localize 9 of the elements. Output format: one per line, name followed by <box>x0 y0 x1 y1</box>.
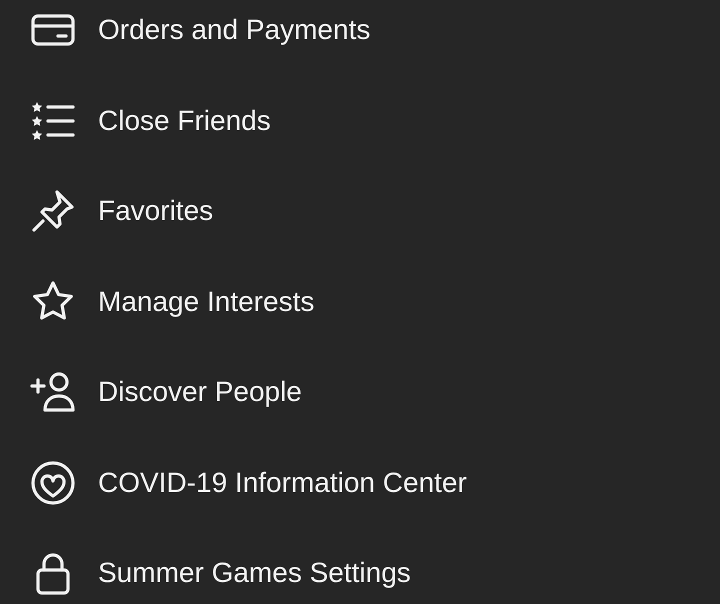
menu-item[interactable]: COVID-19 Information Center <box>30 438 720 528</box>
heart-circle-icon <box>30 460 76 506</box>
menu-item[interactable]: Discover People <box>30 347 720 438</box>
menu-item[interactable]: Favorites <box>30 166 720 256</box>
menu-item[interactable]: Orders and Payments <box>30 0 720 76</box>
pin-icon <box>30 188 76 234</box>
menu-item[interactable]: Summer Games Settings <box>30 528 720 604</box>
menu-item[interactable]: Close Friends <box>30 76 720 166</box>
menu-item[interactable]: Manage Interests <box>30 256 720 347</box>
